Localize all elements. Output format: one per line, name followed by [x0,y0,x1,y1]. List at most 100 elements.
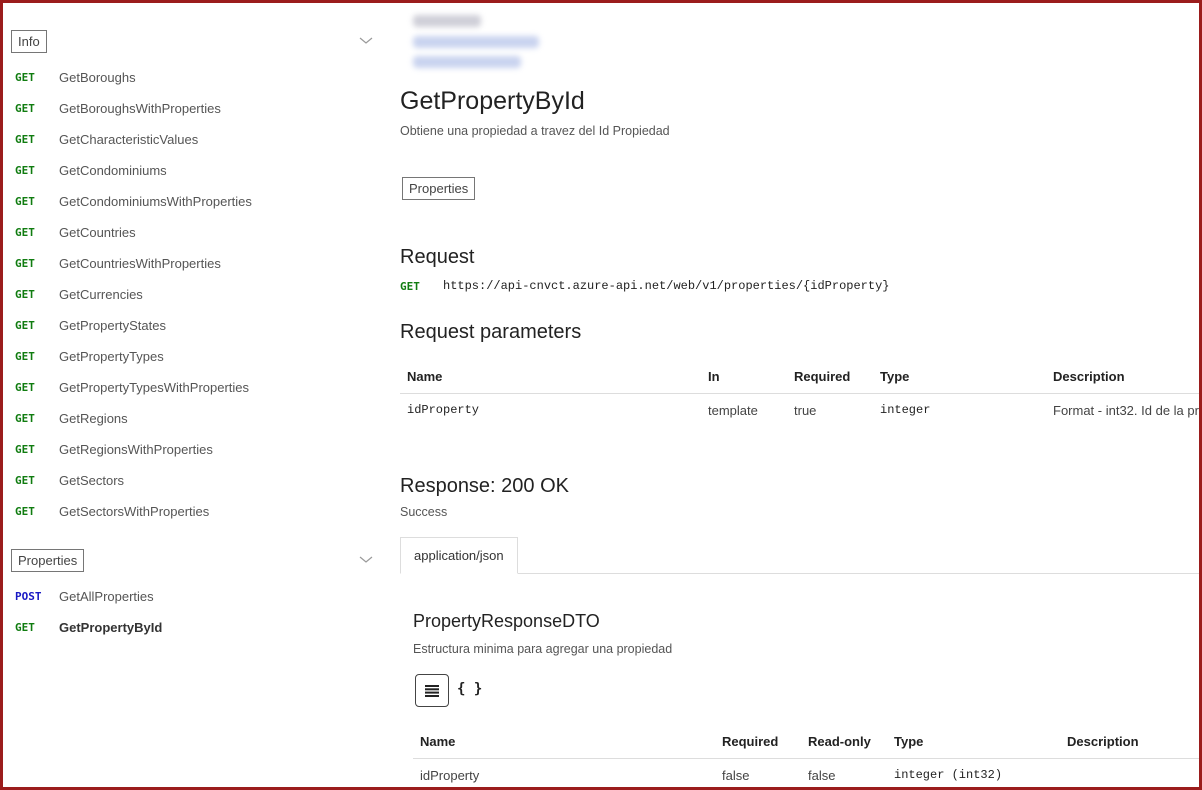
sidebar-operation[interactable]: GET GetPropertyTypesWithProperties [15,377,375,397]
sidebar-operation[interactable]: GET GetRegionsWithProperties [15,439,375,459]
schema-title: PropertyResponseDTO [413,611,600,631]
operation-name[interactable]: GetAllProperties [59,589,154,604]
field-readonly: false [808,767,836,783]
operation-name[interactable]: GetBoroughsWithProperties [59,101,221,116]
column-header: Description [1053,369,1125,385]
operation-tag[interactable]: Properties [402,177,476,200]
operation-name[interactable]: GetPropertyTypesWithProperties [59,380,249,395]
http-verb: GET [15,256,35,270]
http-verb: GET [15,70,35,84]
sidebar-operation[interactable]: GET GetCondominiums [15,160,375,180]
operation-name[interactable]: GetCondominiums [59,163,167,178]
http-verb: GET [15,194,35,208]
http-verb: GET [15,504,35,518]
column-header: Type [894,734,924,750]
field-description [1060,758,1199,787]
tab-application-json[interactable]: application/json [400,537,518,574]
list-icon [425,684,439,697]
param-description: Format - int32. Id de la pro [1053,402,1199,418]
operation-name[interactable]: GetBoroughs [59,70,136,85]
operation-name[interactable]: GetCondominiumsWithProperties [59,194,252,209]
http-verb: GET [15,442,35,456]
request-url: https://api-cnvct.azure-api.net/web/v1/p… [443,279,890,293]
http-verb: GET [15,380,35,394]
operation-description: Obtiene una propiedad a travez del Id Pr… [400,124,670,138]
param-required: true [794,402,817,418]
group-properties[interactable]: Properties [11,549,381,573]
operation-name[interactable]: GetCountries [59,225,136,240]
http-verb: GET [15,163,35,177]
column-header: Name [420,734,456,750]
operation-name[interactable]: GetPropertyStates [59,318,166,333]
sidebar-operation[interactable]: GET GetCountries [15,222,375,242]
sidebar-operation[interactable]: GET GetCountriesWithProperties [15,253,375,273]
http-verb: GET [15,132,35,146]
http-verb: GET [15,318,35,332]
request-heading: Request [400,246,475,268]
sidebar-operation[interactable]: GET GetSectorsWithProperties [15,501,375,521]
field-name: idProperty [420,767,480,783]
http-verb: POST [15,589,42,603]
sidebar-operation[interactable]: POST GetAllProperties [15,586,375,606]
sidebar-operation[interactable]: GET GetCurrencies [15,284,375,304]
schema-table: Name Required Read-only Type Description… [413,726,1199,787]
group-tag-properties[interactable]: Properties [11,549,85,572]
sidebar-operation[interactable]: GET GetPropertyTypes [15,346,375,366]
param-in: template [708,402,758,418]
sidebar-operation[interactable]: GET GetSectors [15,470,375,490]
column-header: Required [722,734,779,750]
http-verb: GET [15,473,35,487]
sidebar-operation[interactable]: GET GetBoroughsWithProperties [15,98,375,118]
column-header: Description [1067,734,1139,750]
operation-name[interactable]: GetCurrencies [59,287,143,302]
group-info[interactable]: Info [11,30,381,54]
sidebar-operation[interactable]: GET GetRegions [15,408,375,428]
column-header: Required [794,369,851,385]
request-line: GET https://api-cnvct.azure-api.net/web/… [400,279,889,293]
json-view-button[interactable]: { } [457,681,482,697]
redacted-contact-email [413,36,539,48]
http-verb: GET [15,349,35,363]
sidebar-operation[interactable]: GET GetPropertyStates [15,315,375,335]
column-header: In [708,369,720,385]
column-header: Read-only [808,734,871,750]
http-verb: GET [15,225,35,239]
param-name: idProperty [407,403,480,418]
operation-name[interactable]: GetPropertyTypes [59,349,164,364]
column-header: Type [880,369,910,385]
operation-name[interactable]: GetSectorsWithProperties [59,504,209,519]
table-row: idProperty template true integer Format … [400,393,1199,427]
http-verb: GET [15,620,35,634]
operation-name[interactable]: GetRegionsWithProperties [59,442,213,457]
sidebar-operation[interactable]: GET GetBoroughs [15,67,375,87]
response-heading: Response: 200 OK [400,475,569,497]
chevron-down-icon[interactable] [357,551,375,569]
operation-title: GetPropertyById [400,87,585,115]
column-header: Name [407,369,443,385]
schema-description: Estructura minima para agregar una propi… [413,642,673,656]
table-view-button[interactable] [415,674,449,707]
http-verb: GET [15,411,35,425]
chevron-down-icon[interactable] [357,32,375,50]
field-required: false [722,767,750,783]
table-header-row: Name In Required Type Description [400,361,1199,393]
sidebar: Info GET GetBoroughs GET GetBoroughsWithPro… [3,3,385,787]
sidebar-operation[interactable]: GET GetCondominiumsWithProperties [15,191,375,211]
operation-name[interactable]: GetPropertyById [59,620,162,635]
main-content: GetPropertyById Obtiene una propiedad a … [385,3,1199,787]
http-verb: GET [15,101,35,115]
field-type: integer (int32) [894,768,1003,783]
sidebar-operation[interactable]: GET GetCharacteristicValues [15,129,375,149]
operation-name[interactable]: GetCharacteristicValues [59,132,198,147]
operation-name[interactable]: GetRegions [59,411,128,426]
sidebar-operation[interactable]: GET GetPropertyById [15,617,375,637]
operation-name[interactable]: GetCountriesWithProperties [59,256,221,271]
table-header-row: Name Required Read-only Type Description [413,726,1199,758]
redacted-contact-name [413,15,481,27]
operation-name[interactable]: GetSectors [59,473,124,488]
request-parameters-table: Name In Required Type Description idProp… [400,361,1199,427]
representation-tabs: application/json [400,537,1199,574]
redacted-contact-url [413,56,521,68]
group-tag-info[interactable]: Info [11,30,47,53]
window-frame: Info GET GetBoroughs GET GetBoroughsWithPro… [0,0,1202,790]
